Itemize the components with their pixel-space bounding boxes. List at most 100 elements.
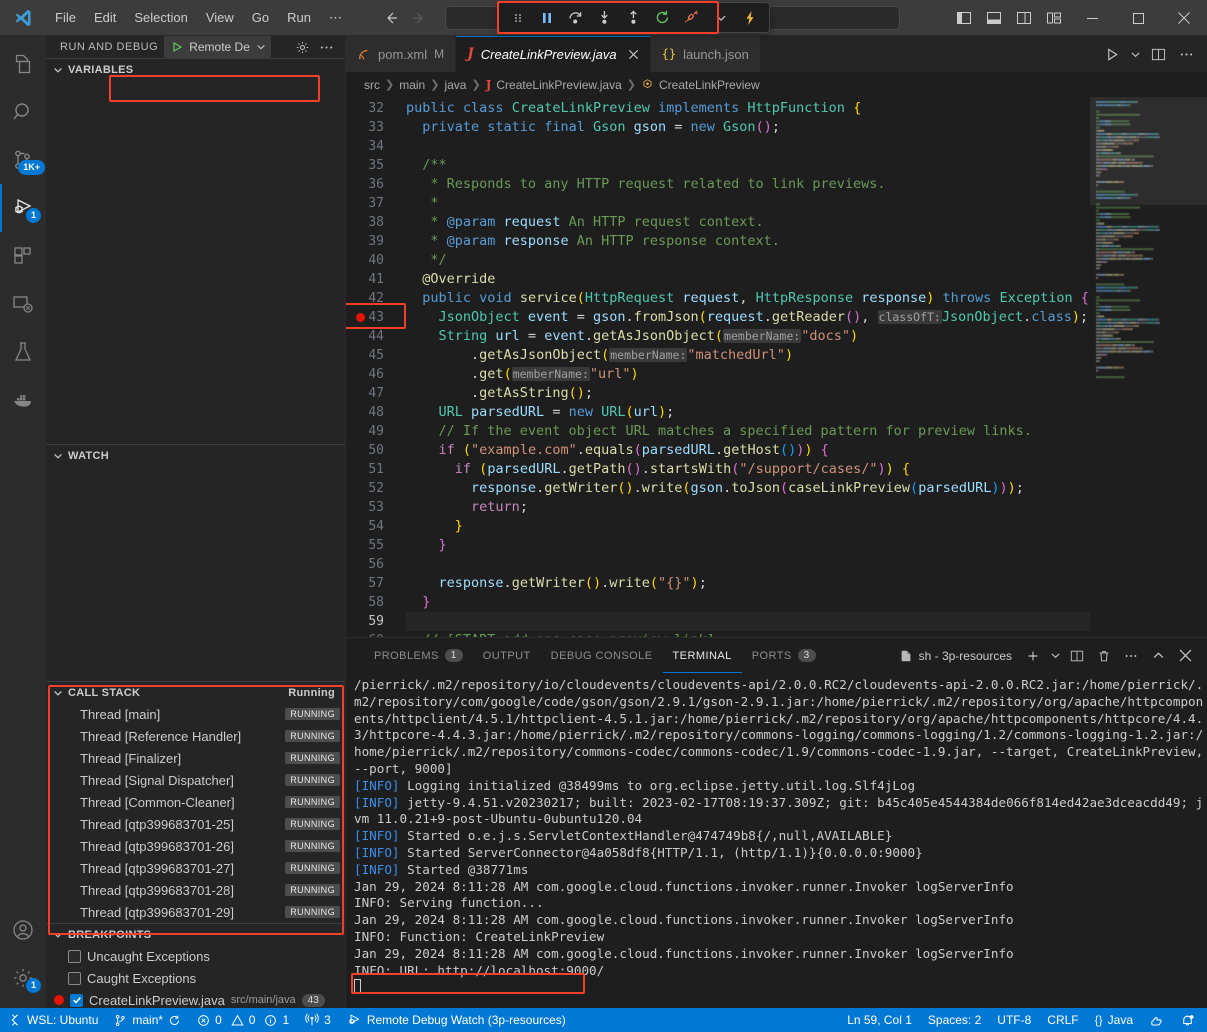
run-icon[interactable] xyxy=(1099,41,1125,67)
line-number[interactable]: 60 xyxy=(346,631,406,637)
line-number[interactable]: 49 xyxy=(346,422,406,441)
code-line[interactable]: return; xyxy=(406,498,1090,517)
call-stack-thread[interactable]: Thread [Finalizer]RUNNING xyxy=(46,747,345,769)
terminal-instance[interactable]: sh - 3p-resources xyxy=(899,649,1012,663)
code-line[interactable]: } xyxy=(406,593,1090,612)
status-branch[interactable]: main* xyxy=(106,1008,189,1032)
menu-run[interactable]: Run xyxy=(278,6,320,29)
sidebar-item-extensions[interactable] xyxy=(0,232,46,280)
gear-icon[interactable] xyxy=(291,36,313,58)
line-number[interactable]: 53 xyxy=(346,498,406,517)
breakpoint-checkbox[interactable] xyxy=(70,994,83,1007)
status-remote[interactable]: WSL: Ubuntu xyxy=(0,1008,106,1032)
menu-more[interactable]: ⋯ xyxy=(320,6,351,30)
menu-view[interactable]: View xyxy=(197,6,243,29)
line-number[interactable]: 43 xyxy=(346,308,406,327)
code-line[interactable]: // If the event object URL matches a spe… xyxy=(406,422,1090,441)
trash-icon[interactable] xyxy=(1092,644,1116,668)
call-stack-thread[interactable]: Thread [qtp399683701-25]RUNNING xyxy=(46,813,345,835)
status-eol[interactable]: CRLF xyxy=(1039,1008,1086,1032)
toggle-secondary-sidebar-icon[interactable] xyxy=(1009,0,1039,36)
line-number[interactable]: 52 xyxy=(346,479,406,498)
status-encoding[interactable]: UTF-8 xyxy=(989,1008,1039,1032)
panel-tab-terminal[interactable]: TERMINAL xyxy=(663,638,742,673)
line-number[interactable]: 57 xyxy=(346,574,406,593)
status-ports[interactable]: 3 xyxy=(297,1008,339,1032)
code-line[interactable]: if ("example.com".equals(parsedURL.getHo… xyxy=(406,441,1090,460)
code-line[interactable]: String url = event.getAsJsonObject(membe… xyxy=(406,327,1090,346)
code-line[interactable]: URL parsedURL = new URL(url); xyxy=(406,403,1090,422)
line-number[interactable]: 38 xyxy=(346,213,406,232)
code-line[interactable]: * xyxy=(406,194,1090,213)
step-out-icon[interactable] xyxy=(620,5,647,30)
editor-tab-launch-json[interactable]: {}launch.json xyxy=(651,36,761,72)
ellipsis-icon[interactable] xyxy=(1119,644,1143,668)
restart-icon[interactable] xyxy=(649,5,676,30)
code-line[interactable] xyxy=(406,612,1090,631)
step-into-icon[interactable] xyxy=(591,5,618,30)
line-number[interactable]: 39 xyxy=(346,232,406,251)
pause-icon[interactable] xyxy=(533,5,560,30)
step-over-icon[interactable] xyxy=(562,5,589,30)
ellipsis-icon[interactable] xyxy=(1173,41,1199,67)
status-indentation[interactable]: Spaces: 2 xyxy=(920,1008,989,1032)
editor-code[interactable]: public class CreateLinkPreview implement… xyxy=(406,97,1090,637)
code-line[interactable]: private static final Gson gson = new Gso… xyxy=(406,118,1090,137)
window-minimize-button[interactable] xyxy=(1069,0,1115,36)
lightning-icon[interactable] xyxy=(736,5,763,30)
editor-gutter[interactable]: 3233343536373839404142434445464748495051… xyxy=(346,97,406,637)
chevron-down-icon[interactable] xyxy=(707,5,734,30)
call-stack-thread[interactable]: Thread [qtp399683701-27]RUNNING xyxy=(46,857,345,879)
status-language-mode[interactable]: {} Java xyxy=(1087,1008,1141,1032)
call-stack-thread[interactable]: Thread [Common-Cleaner]RUNNING xyxy=(46,791,345,813)
window-close-button[interactable] xyxy=(1161,0,1207,36)
call-stack-thread[interactable]: Thread [Signal Dispatcher]RUNNING xyxy=(46,769,345,791)
line-number[interactable]: 35 xyxy=(346,156,406,175)
sidebar-item-search[interactable] xyxy=(0,88,46,136)
call-stack-header[interactable]: CALL STACK Running xyxy=(46,681,345,703)
editor-tab-pom-xml[interactable]: pom.xmlM xyxy=(346,36,456,72)
call-stack-thread[interactable]: Thread [Reference Handler]RUNNING xyxy=(46,725,345,747)
code-line[interactable]: * @param response An HTTP response conte… xyxy=(406,232,1090,251)
sidebar-item-explorer[interactable] xyxy=(0,40,46,88)
line-number[interactable]: 37 xyxy=(346,194,406,213)
code-line[interactable]: JsonObject event = gson.fromJson(request… xyxy=(406,308,1090,327)
code-line[interactable] xyxy=(406,137,1090,156)
code-line[interactable]: * Responds to any HTTP request related t… xyxy=(406,175,1090,194)
breakpoints-header[interactable]: BREAKPOINTS xyxy=(46,923,345,945)
toggle-panel-icon[interactable] xyxy=(979,0,1009,36)
new-terminal-icon[interactable] xyxy=(1021,644,1045,668)
call-stack-thread[interactable]: Thread [qtp399683701-28]RUNNING xyxy=(46,879,345,901)
sidebar-item-docker[interactable] xyxy=(0,376,46,424)
line-number[interactable]: 47 xyxy=(346,384,406,403)
sidebar-item-remote-explorer[interactable] xyxy=(0,280,46,328)
status-problems[interactable]: 0 0 1 xyxy=(189,1008,297,1032)
account-icon[interactable] xyxy=(0,906,46,954)
line-number[interactable]: 46 xyxy=(346,365,406,384)
breakpoint-item[interactable]: CreateLinkPreview.javasrc/main/java43 xyxy=(46,989,345,1011)
code-line[interactable]: public void service(HttpRequest request,… xyxy=(406,289,1090,308)
code-line[interactable]: /** xyxy=(406,156,1090,175)
ellipsis-icon[interactable] xyxy=(315,36,337,58)
line-number[interactable]: 50 xyxy=(346,441,406,460)
breadcrumb-item-main[interactable]: main xyxy=(399,78,425,92)
debug-toolbar[interactable] xyxy=(497,2,770,33)
panel-tab-problems[interactable]: PROBLEMS1 xyxy=(364,638,473,673)
line-number[interactable]: 36 xyxy=(346,175,406,194)
sidebar-item-source-control[interactable]: 1K+ xyxy=(0,136,46,184)
breakpoint-item[interactable]: Caught Exceptions xyxy=(46,967,345,989)
breakpoint-dot-icon[interactable] xyxy=(356,313,365,322)
breakpoint-item[interactable]: Uncaught Exceptions xyxy=(46,945,345,967)
menu-selection[interactable]: Selection xyxy=(125,6,196,29)
code-line[interactable]: public class CreateLinkPreview implement… xyxy=(406,99,1090,118)
line-number[interactable]: 41 xyxy=(346,270,406,289)
split-editor-icon[interactable] xyxy=(1145,41,1171,67)
drag-handle-icon[interactable] xyxy=(504,5,531,30)
status-cursor-position[interactable]: Ln 59, Col 1 xyxy=(839,1008,920,1032)
terminal-output[interactable]: /pierrick/.m2/repository/io/cloudevents/… xyxy=(346,673,1207,1008)
menu-file[interactable]: File xyxy=(46,6,85,29)
chevron-down-icon[interactable] xyxy=(1048,644,1062,668)
split-terminal-icon[interactable] xyxy=(1065,644,1089,668)
code-line[interactable]: if (parsedURL.getPath().startsWith("/sup… xyxy=(406,460,1090,479)
watch-header[interactable]: WATCH xyxy=(46,444,345,466)
